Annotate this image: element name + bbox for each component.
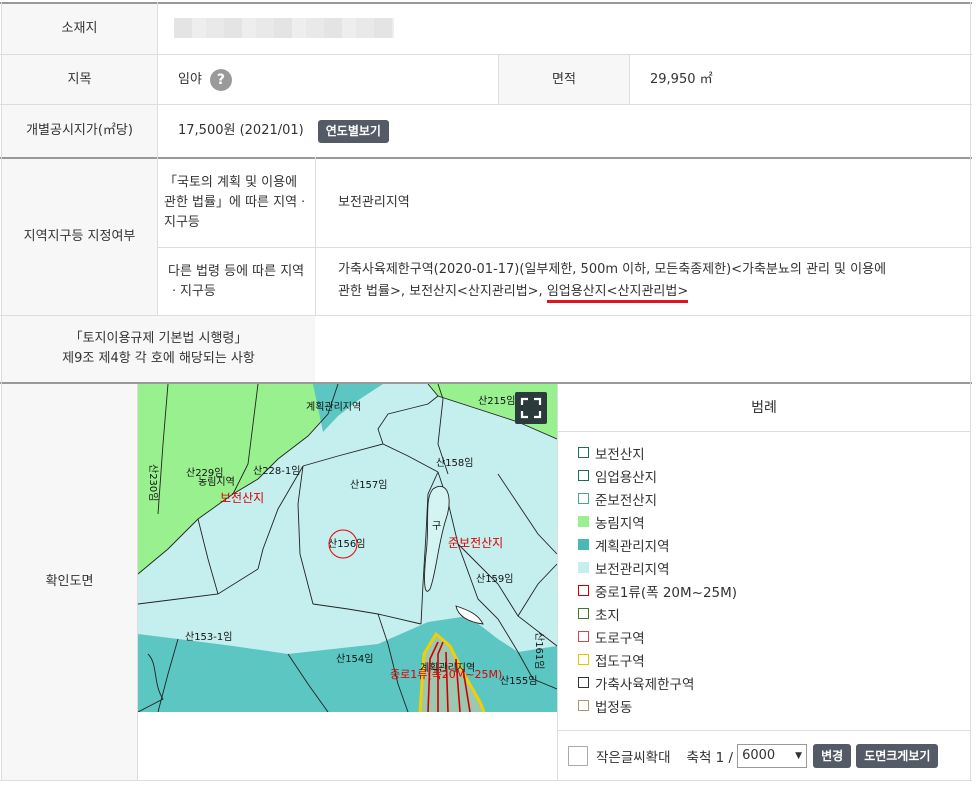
legend-item-label: 계획관리지역	[595, 538, 670, 555]
legend-item: 도로구역	[578, 625, 970, 648]
legend-swatch-icon	[578, 539, 589, 550]
legend-swatch-icon	[578, 562, 589, 573]
regulation-label-line-1: 「토지이용규제 기본법 시행령」	[69, 331, 248, 346]
scale-select[interactable]: 6000 ▼	[737, 743, 808, 768]
legend-swatch-icon	[578, 700, 589, 711]
legend-list: 보전산지임업용산지준보전산지농림지역계획관리지역보전관리지역중로1류(폭 20M…	[558, 432, 970, 717]
legend-item-label: 초지	[595, 607, 620, 624]
change-scale-button[interactable]: 변경	[813, 743, 852, 768]
yearly-view-button[interactable]: 연도별보기	[317, 119, 389, 143]
map-label-san159: 산159임	[476, 572, 514, 585]
national-law-label: 「국토의 계획 및 이용에 관한 법률」에 따른 지역ㆍ지구등	[164, 175, 309, 230]
price-cell: 17,500원 (2021/01) 연도별보기	[178, 105, 389, 157]
legend-swatch-icon	[578, 585, 589, 596]
scale-label: 축척 1 /	[686, 749, 734, 766]
other-law-line-2-prefix: 관한 법률>, 보전산지<산지관리법>,	[338, 284, 547, 299]
location-label: 소재지	[2, 4, 157, 54]
zoning-section-label: 지역지구등 지정여부	[2, 159, 157, 315]
legend-item-label: 가축사육제한구역	[595, 676, 695, 693]
legend-item-label: 접도구역	[595, 653, 645, 670]
other-law-value: 가축사육제한구역(2020-01-17)(일부제한, 500m 이하, 모든축종…	[338, 259, 958, 303]
map-label-gu: 구	[432, 521, 441, 532]
small-text-label: 작은글씨확대	[596, 749, 671, 766]
map-label-san155: 산155임	[500, 674, 538, 687]
legend-swatch-icon	[578, 470, 589, 481]
jimok-value: 임야	[178, 71, 202, 87]
legend-item: 준보전산지	[578, 487, 970, 510]
map-label-san156: 산156임	[328, 537, 366, 550]
legend-swatch-icon	[578, 516, 589, 527]
regulation-label-line-2: 제9조 제4항 각 호에 해당되는 사항	[62, 351, 255, 366]
legend-item: 보전관리지역	[578, 556, 970, 579]
map-label-san230: 산230임	[147, 464, 160, 502]
legend-item-label: 법정동	[595, 699, 633, 716]
legend-item: 농림지역	[578, 510, 970, 533]
map-label-san228: 산228-1임	[253, 464, 300, 477]
legend-swatch-icon	[578, 654, 589, 665]
legend-swatch-icon	[578, 677, 589, 688]
chevron-down-icon: ▼	[795, 750, 803, 761]
forestry-highlight: 임업용산지<산지관리법>	[546, 284, 689, 303]
other-law-line-2: 관한 법률>, 보전산지<산지관리법>, 임업용산지<산지관리법>	[338, 281, 958, 303]
legend-item: 초지	[578, 602, 970, 625]
map-label-san157: 산157임	[350, 478, 388, 491]
map-label-san154: 산154임	[336, 652, 374, 665]
price-label: 개별공시지가(㎡당)	[2, 105, 157, 157]
other-law-label: 다른 법령 등에 따른 지역ㆍ지구등	[168, 263, 305, 299]
map-controls: 작은글씨확대 축척 1 / 6000 ▼ 변경 도면크게보기	[558, 731, 970, 780]
fullscreen-icon[interactable]	[515, 392, 547, 424]
legend-item: 계획관리지역	[578, 533, 970, 556]
legend-swatch-icon	[578, 608, 589, 619]
map-label-nongrim: 농림지역	[198, 476, 235, 488]
legend-swatch-icon	[578, 493, 589, 504]
cadastral-map[interactable]: 계획관리지역 산215임 산229임 농림지역 산228-1임 산230임 보전…	[138, 384, 557, 712]
map-label-san215: 산215임	[478, 394, 516, 407]
map-label-san153: 산153-1임	[185, 630, 232, 643]
legend-item: 중로1류(폭 20M~25M)	[578, 579, 970, 602]
map-label-bojeon: 보전산지	[220, 491, 264, 505]
regulation-label: 「토지이용규제 기본법 시행령」 제9조 제4항 각 호에 해당되는 사항	[2, 316, 315, 382]
legend-item-label: 도로구역	[595, 630, 645, 647]
legend-item: 보전산지	[578, 441, 970, 464]
jimok-label: 지목	[2, 55, 157, 104]
map-label-planned2: 계획관리지역	[420, 662, 475, 674]
legend-item-label: 농림지역	[595, 515, 645, 532]
legend-item-label: 보전관리지역	[595, 561, 670, 578]
legend-item-label: 보전산지	[595, 446, 645, 463]
legend-title: 범례	[558, 384, 970, 432]
legend-item: 임업용산지	[578, 464, 970, 487]
legend-item: 접도구역	[578, 648, 970, 671]
legend-item-label: 임업용산지	[595, 469, 658, 486]
legend-panel: 범례 보전산지임업용산지준보전산지농림지역계획관리지역보전관리지역중로1류(폭 …	[558, 384, 970, 730]
map-section-label: 확인도면	[2, 384, 137, 780]
enlarge-map-button[interactable]: 도면크게보기	[856, 743, 939, 768]
location-value-redacted	[174, 18, 394, 38]
other-law-line-1: 가축사육제한구역(2020-01-17)(일부제한, 500m 이하, 모든축종…	[338, 262, 887, 277]
small-text-checkbox[interactable]	[568, 745, 588, 766]
national-law-value: 보전관리지역	[338, 195, 410, 210]
map-label-san158: 산158임	[436, 456, 474, 469]
scale-select-value: 6000	[742, 748, 776, 763]
map-label-san161: 산161임	[533, 632, 546, 670]
legend-item-label: 중로1류(폭 20M~25M)	[595, 584, 738, 601]
legend-item: 가축사육제한구역	[578, 671, 970, 694]
legend-item-label: 준보전산지	[595, 492, 658, 509]
area-label: 면적	[499, 55, 629, 104]
map-label-top-zone: 계획관리지역	[306, 401, 361, 413]
jimok-cell: 임야 ?	[178, 55, 232, 104]
area-value: 29,950 ㎡	[650, 71, 713, 87]
legend-swatch-icon	[578, 447, 589, 458]
legend-item: 법정동	[578, 694, 970, 717]
legend-swatch-icon	[578, 631, 589, 642]
map-label-junbojeon: 준보전산지	[448, 536, 503, 550]
help-icon[interactable]: ?	[209, 68, 232, 91]
price-value: 17,500원 (2021/01)	[178, 123, 304, 138]
